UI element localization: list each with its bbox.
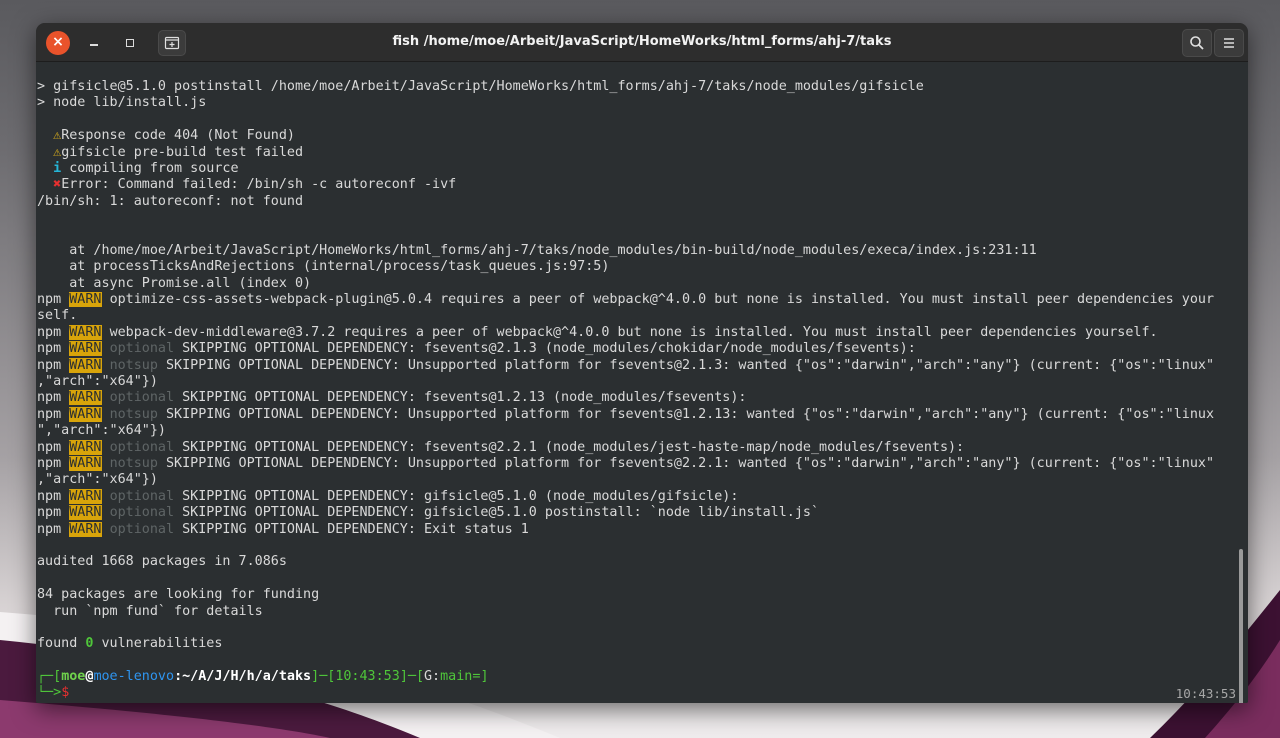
output-line: ⚠Response code 404 (Not Found) xyxy=(53,128,295,144)
npm-warn-line: npm WARN optional SKIPPING OPTIONAL DEPE… xyxy=(37,341,916,357)
npm-warn-line: npm WARN notsup SKIPPING OPTIONAL DEPEND… xyxy=(37,406,1215,422)
output-line: > gifsicle@5.1.0 postinstall /home/moe/A… xyxy=(37,79,924,94)
stack-trace-line: at async Promise.all (index 0) xyxy=(37,275,312,291)
stack-trace-line: at processTicksAndRejections (internal/p… xyxy=(37,259,610,275)
warning-icon: ⚠ xyxy=(53,128,62,144)
right-prompt-clock: 10:43:53 xyxy=(1175,686,1236,701)
terminal-output[interactable]: > gifsicle@5.1.0 postinstall /home/moe/A… xyxy=(36,62,1248,703)
warning-icon: ⚠ xyxy=(53,144,62,160)
warn-badge: WARN xyxy=(69,439,102,455)
warn-badge: WARN xyxy=(69,455,102,471)
output-line: ,"arch":"x64"}) xyxy=(37,472,158,488)
hamburger-menu-icon xyxy=(1224,38,1234,48)
prompt-path: :~/A/J/H/h/a/taks xyxy=(174,669,312,685)
prompt-time: 10:43:53 xyxy=(335,669,400,685)
menu-button[interactable] xyxy=(1214,29,1244,57)
output-line: ✖Error: Command failed: /bin/sh -c autor… xyxy=(53,177,457,193)
error-icon: ✖ xyxy=(53,177,62,193)
npm-warn-line: npm WARN optional SKIPPING OPTIONAL DEPE… xyxy=(37,521,529,537)
output-line: i compiling from source xyxy=(53,160,239,176)
search-button[interactable] xyxy=(1182,29,1212,57)
output-line: ","arch":"x64"}) xyxy=(37,423,166,439)
warn-badge: WARN xyxy=(69,341,102,357)
npm-warn-line: npm WARN webpack-dev-middleware@3.7.2 re… xyxy=(37,324,1158,340)
warn-badge: WARN xyxy=(69,488,102,504)
window-title: fish /home/moe/Arbeit/JavaScript/HomeWor… xyxy=(392,34,892,49)
warn-badge: WARN xyxy=(69,505,102,521)
scrollbar[interactable] xyxy=(1239,549,1243,703)
prompt-line: ┌─[moe@moe-lenovo:~/A/J/H/h/a/taks]─[10:… xyxy=(37,669,489,685)
output-line: > node lib/install.js xyxy=(37,95,207,111)
output-line: ,"arch":"x64"}) xyxy=(37,374,158,390)
output-line: run `npm fund` for details xyxy=(37,603,263,619)
warn-badge: WARN xyxy=(69,521,102,537)
output-line: ⚠gifsicle pre-build test failed xyxy=(53,144,304,160)
npm-warn-line: npm WARN notsup SKIPPING OPTIONAL DEPEND… xyxy=(37,357,1215,373)
output-line: found 0 vulnerabilities xyxy=(37,636,223,652)
warn-badge: WARN xyxy=(69,324,102,340)
npm-warn-line: npm WARN optional SKIPPING OPTIONAL DEPE… xyxy=(37,439,965,455)
prompt-git-branch: main= xyxy=(440,669,481,685)
npm-warn-line: npm WARN notsup SKIPPING OPTIONAL DEPEND… xyxy=(37,455,1215,471)
prompt-input-line[interactable]: └─>$ xyxy=(37,685,1239,701)
output-line: audited 1668 packages in 7.086s xyxy=(37,554,287,570)
warn-badge: WARN xyxy=(69,406,102,422)
prompt-user: moe xyxy=(61,669,86,685)
title-bar[interactable]: × fish /home/moe/Arbeit/JavaScript/HomeW… xyxy=(36,23,1248,62)
output-line: self. xyxy=(37,308,78,324)
prompt-host: moe-lenovo xyxy=(93,669,175,685)
output-line: 84 packages are looking for funding xyxy=(37,587,320,603)
info-icon: i xyxy=(53,160,62,176)
npm-warn-line: npm WARN optimize-css-assets-webpack-plu… xyxy=(37,292,1215,308)
warn-badge: WARN xyxy=(69,357,102,373)
npm-warn-line: npm WARN optional SKIPPING OPTIONAL DEPE… xyxy=(37,505,820,521)
output-line: /bin/sh: 1: autoreconf: not found xyxy=(37,193,304,209)
terminal-window: × fish /home/moe/Arbeit/JavaScript/HomeW… xyxy=(36,23,1248,703)
stack-trace-line: at /home/moe/Arbeit/JavaScript/HomeWorks… xyxy=(37,242,1037,258)
prompt-cursor: $ xyxy=(61,685,70,701)
warn-badge: WARN xyxy=(69,292,102,308)
warn-badge: WARN xyxy=(69,390,102,406)
npm-warn-line: npm WARN optional SKIPPING OPTIONAL DEPE… xyxy=(37,390,747,406)
search-icon xyxy=(1190,36,1204,50)
npm-warn-line: npm WARN optional SKIPPING OPTIONAL DEPE… xyxy=(37,488,739,504)
